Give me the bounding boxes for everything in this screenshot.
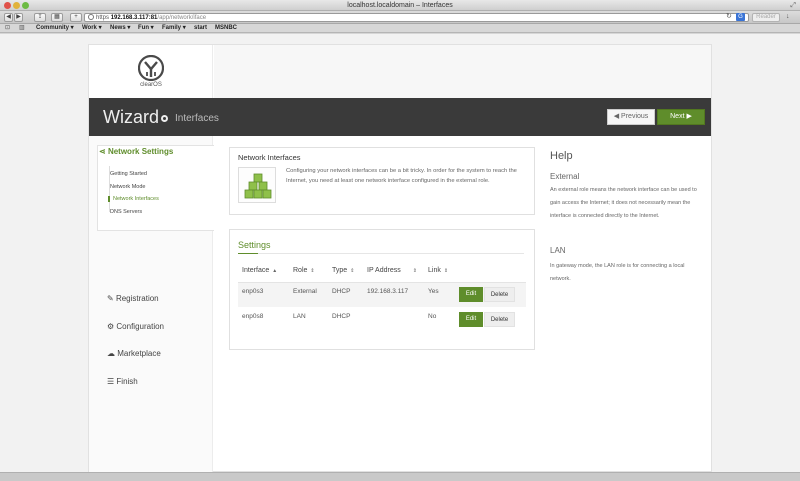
cubes-icon xyxy=(238,167,276,203)
cell-interface: enp0s3 xyxy=(242,288,264,295)
delete-button[interactable]: Delete xyxy=(484,312,515,327)
sort-icon: ⇕ xyxy=(412,268,417,274)
address-bar[interactable]: https 192.168.3.117:81/app/network/iface xyxy=(84,13,749,22)
share-nodes-icon: ⋖ xyxy=(99,147,106,156)
url-host: 192.168.3.117:81 xyxy=(110,15,158,21)
search-engine-icon[interactable]: G xyxy=(736,13,745,21)
page-title: Wizard xyxy=(103,107,160,127)
help-text-external: An external role means the network inter… xyxy=(550,187,697,219)
share-icon: ⇪ xyxy=(37,14,43,20)
next-button[interactable]: Next ▶︎ xyxy=(657,109,705,125)
bookmark-news[interactable]: News ▾ xyxy=(110,25,130,32)
url-path: /app/network/iface xyxy=(157,15,207,21)
cell-ip-address: 192.168.3.117 xyxy=(367,288,409,295)
circle-left-icon: ◀︎ xyxy=(613,113,620,120)
logo-area: clearOS xyxy=(89,45,213,98)
wizard-sidebar: ⋖ Network Settings Getting Started Netwo… xyxy=(89,136,214,473)
column-header-link[interactable]: Link ⇕ xyxy=(428,267,448,274)
settings-divider-accent xyxy=(238,253,258,254)
edit-button[interactable]: Edit xyxy=(459,287,483,302)
sidebar-item-finish[interactable]: ☰ Finish xyxy=(107,377,138,386)
downloads-icon[interactable]: ↓ xyxy=(786,13,790,21)
network-interfaces-title: Network Interfaces xyxy=(238,153,301,162)
cell-type: DHCP xyxy=(332,313,351,320)
sidebar-item-marketplace[interactable]: ☁ Marketplace xyxy=(107,349,161,358)
edit-button[interactable]: Edit xyxy=(459,312,483,327)
sidebar-subitem-dns-servers[interactable]: DNS Servers xyxy=(110,209,142,215)
clearos-logo-icon xyxy=(138,55,164,81)
bookmark-start[interactable]: start xyxy=(194,25,207,32)
settings-panel: Settings Interface ▲ Role ⇕ Type ⇕ IP Addre… xyxy=(229,229,535,350)
settings-divider xyxy=(238,253,524,254)
delete-button[interactable]: Delete xyxy=(484,287,515,302)
pencil-icon: ✎ xyxy=(107,294,114,303)
sidebar-item-registration[interactable]: ✎ Registration xyxy=(107,294,159,303)
forward-button[interactable]: ▶ xyxy=(14,13,23,22)
previous-button[interactable]: ◀︎ Previous xyxy=(607,109,655,125)
gears-icon: ⚙ xyxy=(107,322,115,331)
sidebar-subitem-network-mode[interactable]: Network Mode xyxy=(110,184,145,190)
sidebar-subitem-getting-started[interactable]: Getting Started xyxy=(110,171,147,177)
settings-title: Settings xyxy=(238,240,271,250)
bookmark-work[interactable]: Work ▾ xyxy=(82,25,102,32)
logo-text: clearOS xyxy=(140,82,162,88)
network-interfaces-panel: Network Interfaces Configuring your netw… xyxy=(229,147,535,215)
column-header-role[interactable]: Role ⇕ xyxy=(293,267,315,274)
add-bookmark-button[interactable]: + xyxy=(70,13,82,22)
cell-interface: enp0s8 xyxy=(242,313,264,320)
help-title: Help xyxy=(550,150,573,162)
column-header-type[interactable]: Type ⇕ xyxy=(332,267,354,274)
cell-link: Yes xyxy=(428,288,439,295)
help-heading-external: External xyxy=(550,172,580,181)
cloud-download-icon: ☁ xyxy=(107,349,115,358)
back-button[interactable]: ◀ xyxy=(4,13,13,22)
reader-button[interactable]: Reader xyxy=(752,13,780,22)
bookmark-family[interactable]: Family ▾ xyxy=(162,25,186,32)
bookmarks-bar: ⊡ ▥ Community ▾ Work ▾ News ▾ Fun ▾ Fami… xyxy=(0,24,800,33)
reading-list-icon[interactable]: ⊡ xyxy=(5,25,10,32)
browser-toolbar: ◀ ▶ ⇪ ▦ + https 192.168.3.117:81/app/net… xyxy=(0,11,800,24)
back-arrow-icon: ◀ xyxy=(6,14,11,20)
cell-type: DHCP xyxy=(332,288,351,295)
bookmark-msnbc[interactable]: MSNBC xyxy=(215,25,237,32)
sidebar-item-configuration[interactable]: ⚙ Configuration xyxy=(107,322,164,331)
sort-asc-icon: ▲ xyxy=(272,268,278,274)
bookmarks-grid-icon[interactable]: ▥ xyxy=(19,25,25,32)
share-button[interactable]: ⇪ xyxy=(34,13,46,22)
network-interfaces-description: Configuring your network interfaces can … xyxy=(286,168,517,184)
grid-icon: ▦ xyxy=(54,14,60,20)
sort-icon: ⇕ xyxy=(310,268,315,274)
plus-icon: + xyxy=(74,14,78,20)
window-title: localhost.localdomain – Interfaces xyxy=(347,2,453,9)
cell-role: External xyxy=(293,288,317,295)
sort-icon: ⇕ xyxy=(443,268,449,274)
page-subtitle: Interfaces xyxy=(175,113,219,124)
column-header-ip-address[interactable]: IP Address ⇕ xyxy=(367,267,417,274)
sidebar-item-network-settings[interactable]: ⋖ Network Settings xyxy=(99,147,173,156)
url-scheme: https xyxy=(96,15,110,21)
window-titlebar: localhost.localdomain – Interfaces ⤢ xyxy=(0,0,800,11)
circle-right-icon: ▶︎ xyxy=(686,113,692,120)
help-text-lan: In gateway mode, the LAN role is for con… xyxy=(550,263,685,282)
cell-role: LAN xyxy=(293,313,306,320)
wizard-banner: Wizard Interfaces ◀︎ Previous Next ▶︎ xyxy=(89,98,711,136)
help-heading-lan: LAN xyxy=(550,246,566,255)
reload-icon[interactable]: ↻ xyxy=(726,13,732,20)
column-header-interface[interactable]: Interface ▲ xyxy=(242,267,277,274)
bookmark-community[interactable]: Community ▾ xyxy=(36,25,74,32)
sidebar-subitem-network-interfaces[interactable]: Network Interfaces xyxy=(108,196,159,202)
list-icon: ☰ xyxy=(107,377,115,386)
globe-icon xyxy=(88,14,94,20)
circle-dot-icon xyxy=(161,115,168,122)
forward-arrow-icon: ▶ xyxy=(16,14,21,20)
window-bottom-bar xyxy=(0,472,800,481)
header-filler xyxy=(214,45,711,98)
bookmark-fun[interactable]: Fun ▾ xyxy=(138,25,154,32)
sort-icon: ⇕ xyxy=(350,268,355,274)
cell-link: No xyxy=(428,313,437,320)
fullscreen-icon[interactable]: ⤢ xyxy=(790,2,796,9)
top-sites-button[interactable]: ▦ xyxy=(51,13,63,22)
